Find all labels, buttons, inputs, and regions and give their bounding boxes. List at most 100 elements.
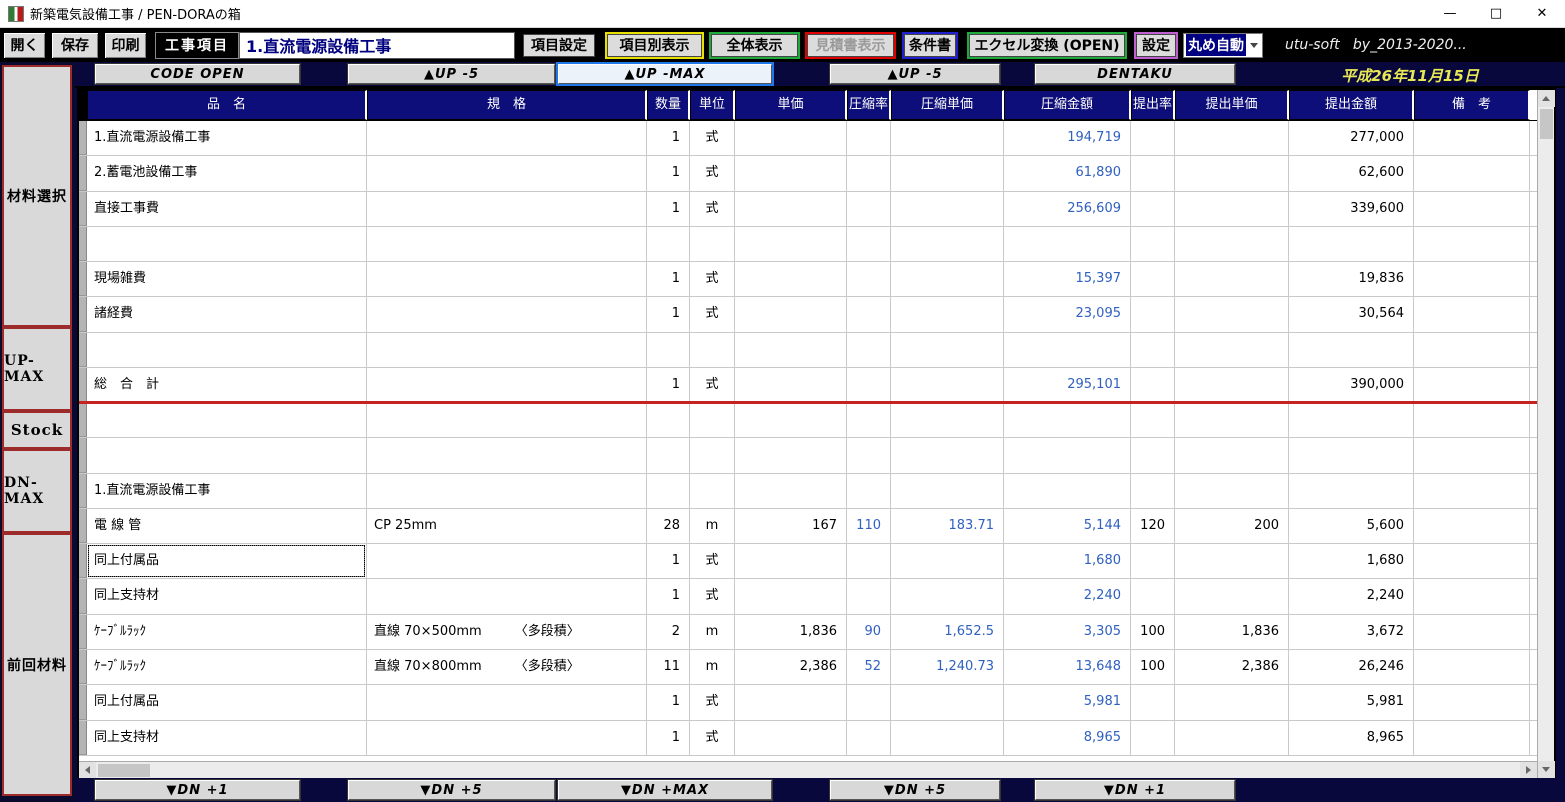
- cell[interactable]: [367, 367, 647, 403]
- cell[interactable]: [1175, 332, 1289, 367]
- cell[interactable]: [647, 473, 690, 508]
- cell[interactable]: [367, 403, 647, 438]
- cell[interactable]: [87, 403, 367, 438]
- cell[interactable]: 295,101: [1004, 367, 1131, 403]
- cell[interactable]: [847, 403, 891, 438]
- cell[interactable]: 直線 70×500mm 〈多段積〉: [367, 614, 647, 649]
- cell[interactable]: [847, 121, 891, 156]
- cell[interactable]: 52: [847, 649, 891, 685]
- open-button[interactable]: 開く: [3, 31, 46, 59]
- cell[interactable]: [1004, 332, 1131, 367]
- cell[interactable]: 183.71: [891, 508, 1004, 544]
- row-selector[interactable]: [79, 191, 87, 226]
- row-selector[interactable]: [79, 614, 87, 649]
- cell[interactable]: [1414, 121, 1530, 156]
- cell[interactable]: [1414, 332, 1530, 367]
- cell[interactable]: m: [690, 649, 735, 685]
- cell[interactable]: 5,981: [1289, 685, 1414, 720]
- cell[interactable]: [735, 156, 847, 191]
- cell[interactable]: 同上支持材: [87, 720, 367, 755]
- cell[interactable]: 直接工事費: [87, 191, 367, 226]
- cell[interactable]: [1175, 438, 1289, 473]
- cell[interactable]: [891, 332, 1004, 367]
- cell[interactable]: [735, 544, 847, 579]
- cell[interactable]: 1: [647, 156, 690, 191]
- cell[interactable]: 13,648: [1004, 649, 1131, 685]
- cell[interactable]: [847, 438, 891, 473]
- cell[interactable]: [367, 579, 647, 614]
- table-row[interactable]: 同上支持材 1 式 8,965 8,965: [79, 720, 1537, 756]
- table-row[interactable]: 1.直流電源設備工事: [79, 473, 1537, 509]
- cell[interactable]: [735, 226, 847, 262]
- cell[interactable]: [1289, 403, 1414, 438]
- table-row[interactable]: [79, 332, 1537, 368]
- row-selector[interactable]: [79, 121, 87, 156]
- cell[interactable]: [1131, 121, 1175, 156]
- cell[interactable]: 式: [690, 156, 735, 191]
- dn-5-right-button[interactable]: ▼DN +5: [830, 780, 1000, 800]
- up-5-right-button[interactable]: ▲UP -5: [830, 64, 1000, 84]
- cell[interactable]: [647, 332, 690, 367]
- table-row[interactable]: 2.蓄電池設備工事 1 式 61,890 62,600: [79, 156, 1537, 192]
- cell[interactable]: 1: [647, 544, 690, 579]
- item-settings-button[interactable]: 項目設定: [521, 31, 597, 59]
- horizontal-scroll-thumb[interactable]: [98, 763, 150, 777]
- table-row[interactable]: 直接工事費 1 式 256,609 339,600: [79, 191, 1537, 227]
- cell[interactable]: [891, 403, 1004, 438]
- up-5-left-button[interactable]: ▲UP -5: [348, 64, 555, 84]
- cell[interactable]: [1175, 473, 1289, 508]
- sidebar-item-material-select[interactable]: 材料選択: [2, 65, 72, 327]
- up-max-button[interactable]: ▲UP -MAX: [558, 64, 772, 84]
- cell[interactable]: 2.蓄電池設備工事: [87, 156, 367, 191]
- table-row[interactable]: 同上付属品 1 式 5,981 5,981: [79, 685, 1537, 721]
- cell[interactable]: m: [690, 508, 735, 544]
- cell[interactable]: [847, 473, 891, 508]
- cell[interactable]: 2,240: [1004, 579, 1131, 614]
- cell[interactable]: [647, 438, 690, 473]
- table-row[interactable]: 総 合 計 1 式 295,101 390,000: [79, 367, 1537, 404]
- cell[interactable]: [1289, 332, 1414, 367]
- cell[interactable]: [735, 191, 847, 226]
- row-selector[interactable]: [79, 720, 87, 755]
- cell[interactable]: 1.直流電源設備工事: [87, 473, 367, 508]
- cell[interactable]: [367, 332, 647, 367]
- cell[interactable]: [1131, 226, 1175, 262]
- cell[interactable]: [847, 297, 891, 332]
- cell[interactable]: 式: [690, 297, 735, 332]
- minimize-button[interactable]: —: [1427, 0, 1473, 28]
- table-row[interactable]: ｹｰﾌﾞﾙﾗｯｸ 直線 70×800mm 〈多段積〉 11 m 2,386 52 1,240…: [79, 649, 1537, 686]
- cell[interactable]: [1414, 226, 1530, 262]
- cell[interactable]: [1175, 297, 1289, 332]
- cell[interactable]: 200: [1175, 508, 1289, 544]
- cell[interactable]: 5,981: [1004, 685, 1131, 720]
- cell[interactable]: [367, 544, 647, 579]
- cell[interactable]: [735, 579, 847, 614]
- horizontal-scrollbar[interactable]: [79, 761, 1537, 778]
- cell[interactable]: 110: [847, 508, 891, 544]
- cell[interactable]: [1414, 156, 1530, 191]
- cell[interactable]: [847, 262, 891, 297]
- row-selector[interactable]: [79, 332, 87, 367]
- cell[interactable]: 2,240: [1289, 579, 1414, 614]
- cell[interactable]: [1004, 403, 1131, 438]
- row-selector[interactable]: [79, 508, 87, 544]
- scroll-left-button[interactable]: [79, 761, 96, 778]
- save-button[interactable]: 保存: [51, 31, 99, 59]
- cell[interactable]: [367, 226, 647, 262]
- cell[interactable]: 同上付属品: [87, 544, 367, 579]
- row-selector[interactable]: [79, 473, 87, 508]
- cell[interactable]: [847, 544, 891, 579]
- cell[interactable]: 1,680: [1289, 544, 1414, 579]
- cell[interactable]: 1,836: [735, 614, 847, 649]
- cell[interactable]: [1131, 438, 1175, 473]
- cell[interactable]: [1131, 191, 1175, 226]
- cell[interactable]: 式: [690, 121, 735, 156]
- cell[interactable]: [367, 720, 647, 755]
- table-row[interactable]: ｹｰﾌﾞﾙﾗｯｸ 直線 70×500mm 〈多段積〉 2 m 1,836 90 1,652.…: [79, 614, 1537, 650]
- vertical-scrollbar[interactable]: [1537, 90, 1555, 778]
- cell[interactable]: [367, 685, 647, 720]
- cell[interactable]: [735, 438, 847, 473]
- whole-view-button[interactable]: 全体表示: [709, 31, 800, 59]
- cell[interactable]: 1: [647, 579, 690, 614]
- cell[interactable]: 390,000: [1289, 367, 1414, 403]
